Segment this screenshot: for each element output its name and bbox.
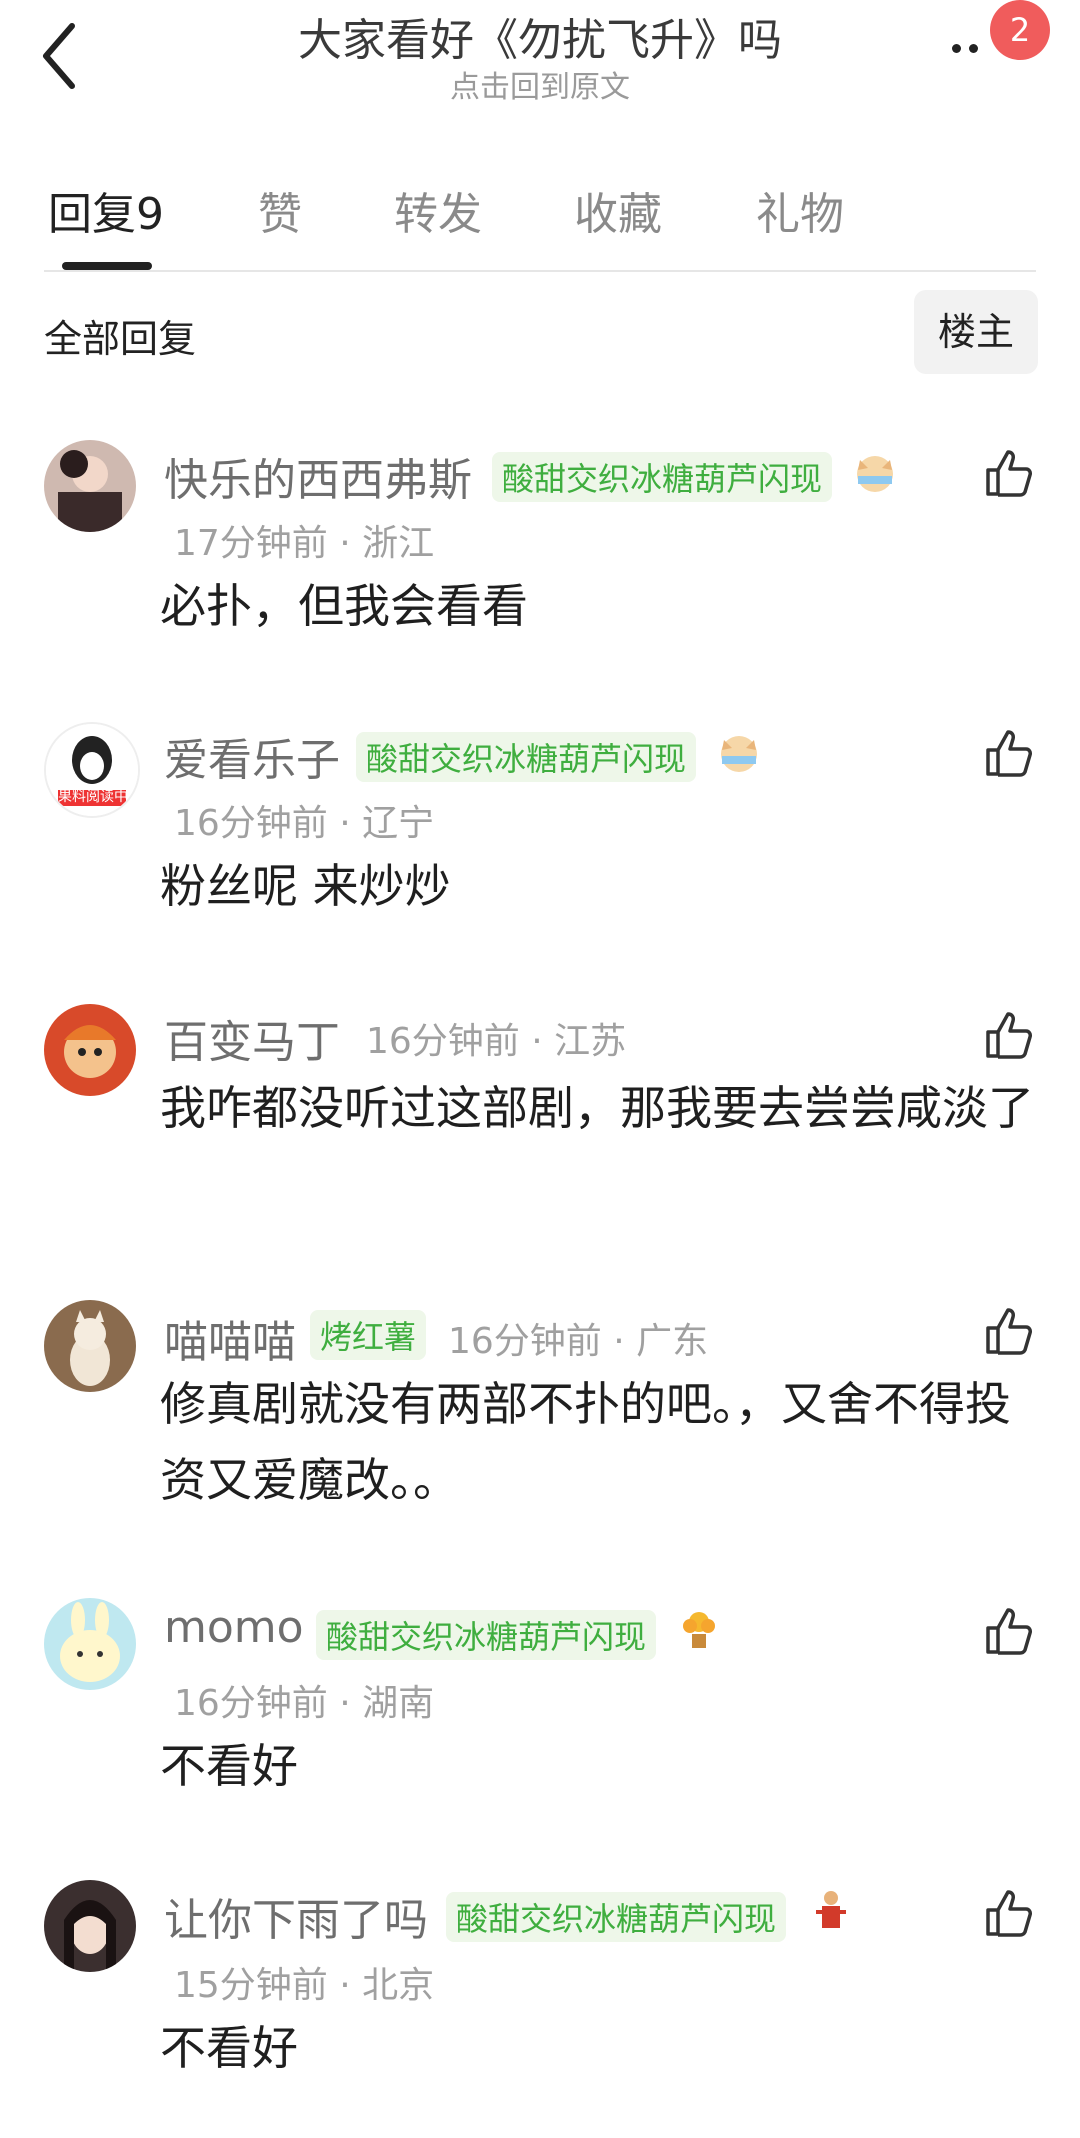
more-options-icon[interactable] bbox=[952, 44, 978, 53]
meta-separator: · bbox=[327, 803, 363, 844]
comment-text[interactable]: 粉丝呢 来炒炒 bbox=[160, 848, 1040, 924]
avatar-caption: 果料阅读中 bbox=[58, 789, 128, 805]
medal-badge: 酸甜交织冰糖葫芦闪现 bbox=[316, 1610, 657, 1660]
username[interactable]: 喵喵喵 bbox=[164, 1306, 296, 1370]
notification-badge: 2 bbox=[990, 0, 1050, 60]
comment-time: 16分钟前 bbox=[174, 803, 328, 844]
comment-meta: 16分钟前 · 广东 bbox=[448, 1312, 708, 1364]
divider bbox=[44, 270, 1036, 272]
figure-sticker-icon bbox=[806, 1886, 856, 1936]
avatar[interactable] bbox=[44, 1004, 136, 1096]
flower-sticker-icon bbox=[674, 1604, 724, 1654]
medal-badge: 酸甜交织冰糖葫芦闪现 bbox=[356, 732, 697, 782]
comment-text[interactable]: 必扑，但我会看看 bbox=[160, 568, 1040, 644]
like-icon[interactable] bbox=[982, 1886, 1036, 1940]
medal-badge: 酸甜交织冰糖葫芦闪现 bbox=[446, 1892, 787, 1942]
cartoon-avatar-image bbox=[44, 1004, 136, 1096]
portrait-avatar-image bbox=[44, 1880, 136, 1972]
comment-location: 浙江 bbox=[362, 523, 435, 564]
medal-badge: 酸甜交织冰糖葫芦闪现 bbox=[492, 452, 833, 502]
like-icon[interactable] bbox=[982, 1008, 1036, 1062]
comment-location: 北京 bbox=[362, 1965, 435, 2006]
page-title[interactable]: 大家看好《勿扰飞升》吗 bbox=[0, 4, 1080, 68]
like-icon[interactable] bbox=[982, 726, 1036, 780]
like-icon[interactable] bbox=[982, 1604, 1036, 1658]
like-icon[interactable] bbox=[982, 1304, 1036, 1358]
tab-replies[interactable]: 回复9 bbox=[48, 178, 164, 242]
comment-location: 湖南 bbox=[362, 1683, 435, 1724]
medal-badge: 烤红薯 bbox=[310, 1310, 427, 1360]
owner-only-button[interactable]: 楼主 bbox=[914, 290, 1038, 374]
tab-gifts[interactable]: 礼物 bbox=[756, 178, 844, 242]
username[interactable]: 爱看乐子 bbox=[164, 724, 340, 788]
comment-meta: 16分钟前 · 辽宁 bbox=[174, 794, 434, 846]
meta-separator: · bbox=[327, 1965, 363, 2006]
meta-separator: · bbox=[327, 523, 363, 564]
username[interactable]: 让你下雨了吗 bbox=[164, 1884, 428, 1948]
cat-avatar-image bbox=[44, 1300, 136, 1392]
username[interactable]: momo bbox=[164, 1602, 304, 1653]
username[interactable]: 百变马丁 bbox=[164, 1006, 340, 1070]
username[interactable]: 快乐的西西弗斯 bbox=[164, 444, 472, 508]
tab-likes[interactable]: 赞 bbox=[258, 178, 302, 242]
avatar[interactable] bbox=[44, 440, 136, 532]
comment-meta: 16分钟前 · 江苏 bbox=[366, 1012, 626, 1064]
bunny-avatar-image bbox=[44, 1598, 136, 1690]
avatar-image bbox=[44, 440, 136, 532]
tab-bar: 回复9 赞 转发 收藏 礼物 bbox=[48, 178, 1048, 240]
comment-time: 16分钟前 bbox=[174, 1683, 328, 1724]
all-replies-label: 全部回复 bbox=[44, 317, 197, 361]
active-tab-indicator bbox=[62, 262, 152, 270]
comment-meta: 16分钟前 · 湖南 bbox=[174, 1674, 434, 1726]
comment-location: 广东 bbox=[636, 1321, 709, 1362]
comment-text[interactable]: 不看好 bbox=[160, 2010, 1040, 2086]
avatar[interactable] bbox=[44, 1880, 136, 1972]
comment-text[interactable]: 修真剧就没有两部不扑的吧。，又舍不得投资又爱魔改。。 bbox=[160, 1366, 1040, 1518]
comment-location: 辽宁 bbox=[362, 803, 435, 844]
meta-separator: · bbox=[327, 1683, 363, 1724]
tab-reposts[interactable]: 转发 bbox=[394, 178, 482, 242]
comment-time: 16分钟前 bbox=[448, 1321, 602, 1362]
tab-favorites[interactable]: 收藏 bbox=[574, 178, 662, 242]
back-to-post-link[interactable]: 点击回到原文 bbox=[0, 62, 1080, 106]
like-icon[interactable] bbox=[982, 446, 1036, 500]
cat-sticker-icon bbox=[714, 726, 764, 776]
meta-separator: · bbox=[601, 1321, 637, 1362]
avatar[interactable] bbox=[44, 1598, 136, 1690]
meta-separator: · bbox=[519, 1021, 555, 1062]
cat-sticker-icon bbox=[850, 446, 900, 496]
comment-meta: 17分钟前 · 浙江 bbox=[174, 514, 434, 566]
comment-time: 16分钟前 bbox=[366, 1021, 520, 1062]
comment-meta: 15分钟前 · 北京 bbox=[174, 1956, 434, 2008]
comment-time: 17分钟前 bbox=[174, 523, 328, 564]
comment-text[interactable]: 不看好 bbox=[160, 1728, 1040, 1804]
comment-time: 15分钟前 bbox=[174, 1965, 328, 2006]
avatar[interactable] bbox=[44, 1300, 136, 1392]
comment-location: 江苏 bbox=[554, 1021, 627, 1062]
comment-text[interactable]: 我咋都没听过这部剧，那我要去尝尝咸淡了 bbox=[160, 1070, 1040, 1146]
